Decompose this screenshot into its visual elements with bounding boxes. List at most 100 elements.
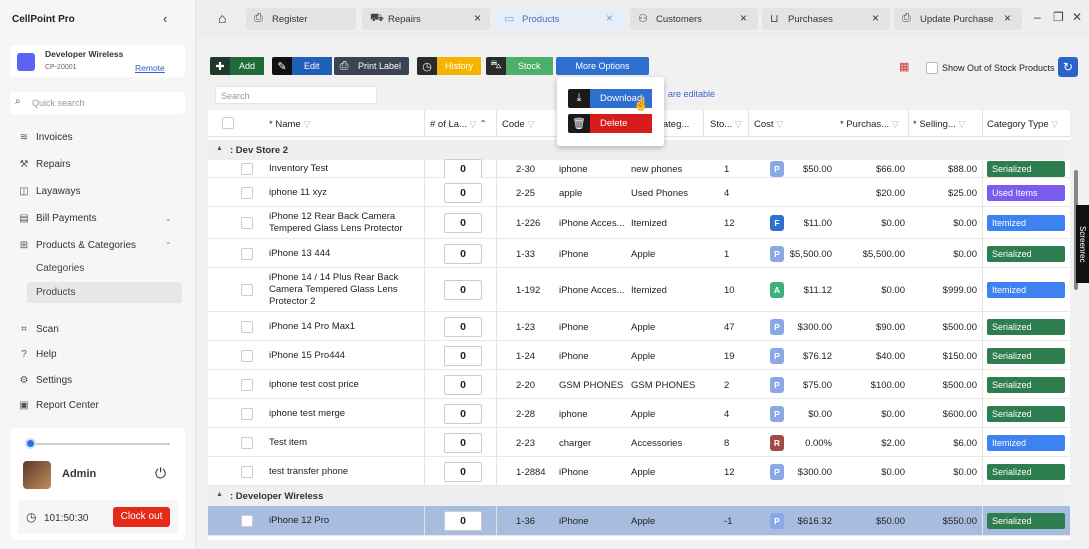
sidebar-item-repairs[interactable]: ⚒ Repairs <box>17 155 71 173</box>
category-type-badge[interactable]: Serialized <box>987 161 1065 177</box>
row-checkbox[interactable] <box>241 247 253 260</box>
quantity-input[interactable]: 0 <box>444 316 482 337</box>
sort-up-icon[interactable]: ⌃ <box>479 119 487 130</box>
minimize-icon[interactable]: – <box>1034 10 1041 24</box>
print-label-button[interactable]: ⎙ Print Label <box>334 57 410 75</box>
chevron-left-icon[interactable]: ‹ <box>163 11 167 26</box>
row-checkbox[interactable] <box>241 284 253 296</box>
table-row[interactable]: iPhone 14 Pro Max1 0 1-23 iPhone Apple 47 P $30… <box>208 312 1070 341</box>
table-row[interactable]: iPhone 14 / 14 Plus Rear Back Camera Tem… <box>208 268 1070 312</box>
tab-purchases[interactable]: ⊔ Purchases × <box>762 8 890 30</box>
category-type-badge[interactable]: Serialized <box>987 245 1065 262</box>
quantity-input[interactable]: 0 <box>444 243 482 264</box>
remote-link[interactable]: Remote <box>135 63 165 73</box>
filter-icon[interactable]: ▽ <box>958 119 965 129</box>
quantity-input[interactable]: 0 <box>444 511 482 531</box>
table-row[interactable]: iphone test cost price 0 2-20 GSM PHONES GSM… <box>208 370 1070 399</box>
quantity-input[interactable]: 0 <box>444 461 482 482</box>
sidebar-item-settings[interactable]: ⚙ Settings <box>17 371 73 389</box>
close-window-icon[interactable]: ✕ <box>1072 10 1082 24</box>
home-icon[interactable]: ⌂ <box>218 10 226 26</box>
sidebar-item-report-center[interactable]: ▣ Report Center <box>17 396 99 414</box>
collapse-triangle-icon[interactable]: ▲ <box>216 491 223 498</box>
category-type-badge[interactable]: Itemized <box>987 282 1065 298</box>
table-row[interactable]: iPhone 13 444 0 1-33 iPhone Apple 1 P $5,500.00… <box>208 239 1070 268</box>
close-icon[interactable]: × <box>1004 11 1011 25</box>
filter-icon[interactable]: ▽ <box>735 119 742 129</box>
sidebar-item-products-categories[interactable]: ⊞ Products & Categories ⌃ <box>17 236 182 254</box>
group-row[interactable]: ▲ : Developer Wireless <box>208 486 1070 506</box>
row-checkbox[interactable] <box>241 407 253 420</box>
category-type-badge[interactable]: Serialized <box>987 347 1065 364</box>
refresh-icon[interactable]: ↻ <box>1058 57 1078 77</box>
category-type-badge[interactable]: Itemized <box>987 215 1065 231</box>
quantity-input[interactable]: 0 <box>444 213 482 233</box>
category-type-badge[interactable]: Serialized <box>987 318 1065 335</box>
col-code[interactable]: Code ▽ <box>502 119 534 130</box>
filter-icon[interactable]: ▽ <box>776 119 783 129</box>
category-type-badge[interactable]: Serialized <box>987 376 1065 393</box>
row-checkbox[interactable] <box>241 515 253 527</box>
show-out-of-stock-toggle[interactable]: Show Out of Stock Products <box>926 62 1055 74</box>
clock-out-button[interactable]: Clock out <box>113 507 170 527</box>
quantity-input[interactable]: 0 <box>444 182 482 203</box>
col-stock[interactable]: Sto... ▽ <box>710 119 742 130</box>
tab-products[interactable]: ▭ Products × <box>496 8 624 30</box>
edit-button[interactable]: ✎ Edit <box>272 57 332 75</box>
sidebar-item-scan[interactable]: ⌗ Scan <box>17 320 59 338</box>
filter-icon[interactable]: ▽ <box>470 119 477 129</box>
row-checkbox[interactable] <box>241 217 253 229</box>
stock-button[interactable]: ⛍ Stock <box>486 57 553 75</box>
quantity-input[interactable]: 0 <box>444 403 482 424</box>
sidebar-item-invoices[interactable]: ≋ Invoices <box>17 128 73 146</box>
collapse-triangle-icon[interactable]: ▲ <box>216 145 223 152</box>
quantity-input[interactable]: 0 <box>444 345 482 366</box>
category-type-badge[interactable]: Itemized <box>987 434 1065 451</box>
col-selling[interactable]: * Selling... ▽ <box>913 119 965 130</box>
category-type-badge[interactable]: Serialized <box>987 463 1065 480</box>
table-row[interactable]: Test item 0 2-23 charger Accessories 8 R 0.00% $… <box>208 428 1070 457</box>
tab-register[interactable]: ⎙ Register <box>246 8 356 30</box>
calendar-icon[interactable]: ▦ <box>899 60 909 73</box>
filter-icon[interactable]: ▽ <box>1051 119 1058 129</box>
tab-repairs[interactable]: ⛟ Repairs × <box>362 8 490 30</box>
close-icon[interactable]: × <box>872 11 879 25</box>
row-checkbox[interactable] <box>241 320 253 333</box>
power-icon[interactable]: ⏻ <box>155 465 166 482</box>
filter-icon[interactable]: ▽ <box>527 119 534 129</box>
col-purchase[interactable]: * Purchas... ▽ <box>840 119 899 130</box>
add-button[interactable]: ✚ Add <box>210 57 265 75</box>
quantity-input[interactable]: 0 <box>444 432 482 453</box>
row-checkbox[interactable] <box>241 378 253 391</box>
col-name[interactable]: * Name ▽ <box>269 119 310 130</box>
delete-button[interactable]: 🗑 Delete <box>568 114 652 133</box>
quantity-input[interactable]: 0 <box>444 159 482 179</box>
filter-icon[interactable]: ▽ <box>303 119 310 129</box>
col-cost[interactable]: Cost ▽ <box>754 119 783 130</box>
table-search-input[interactable]: Search <box>215 86 377 104</box>
table-row[interactable]: iPhone 12 Rear Back Camera Tempered Glas… <box>208 207 1070 239</box>
filter-icon[interactable]: ▽ <box>892 119 899 129</box>
table-row[interactable]: iphone test merge 0 2-28 iphone Apple 4 P $0.00… <box>208 399 1070 428</box>
row-checkbox[interactable] <box>241 163 253 175</box>
show-out-of-stock-checkbox[interactable] <box>926 62 938 74</box>
table-row[interactable]: iPhone 12 Pro 0 1-36 iPhone Apple -1 P $616.32 $… <box>208 506 1070 536</box>
row-checkbox[interactable] <box>241 436 253 449</box>
table-row[interactable]: test transfer phone 0 1-2884 iPhone Apple 12 P… <box>208 457 1070 486</box>
sidebar-item-bill-payments[interactable]: ▤ Bill Payments ⌄ <box>17 209 182 227</box>
sidebar-search-input[interactable]: ⌕ Quick search <box>10 92 185 114</box>
sidebar-sub-products[interactable]: Products <box>36 287 75 298</box>
table-row[interactable]: iPhone 15 Pro444 0 1-24 iPhone Apple 19 P $76.1… <box>208 341 1070 370</box>
quantity-input[interactable]: 0 <box>444 280 482 300</box>
table-row[interactable]: iphone 11 xyz 0 2-25 apple Used Phones 4 $20.0… <box>208 178 1070 207</box>
store-card[interactable]: Developer Wireless CP-20001 Remote <box>10 45 185 77</box>
tab-customers[interactable]: ⚇ Customers × <box>630 8 758 30</box>
close-icon[interactable]: × <box>740 11 747 25</box>
history-button[interactable]: ◷ History <box>417 57 482 75</box>
sidebar-item-help[interactable]: ? Help <box>17 345 56 363</box>
more-options-button[interactable]: More Options <box>556 57 649 75</box>
col-of-la[interactable]: # of La... ▽ ⌃ <box>430 119 487 130</box>
close-icon[interactable]: × <box>606 11 613 25</box>
table-row[interactable]: Inventory Test 0 2-30 iphone new phones 1 P $50… <box>208 159 1070 179</box>
tab-update-purchase[interactable]: ⎙ Update Purchase × <box>894 8 1022 30</box>
